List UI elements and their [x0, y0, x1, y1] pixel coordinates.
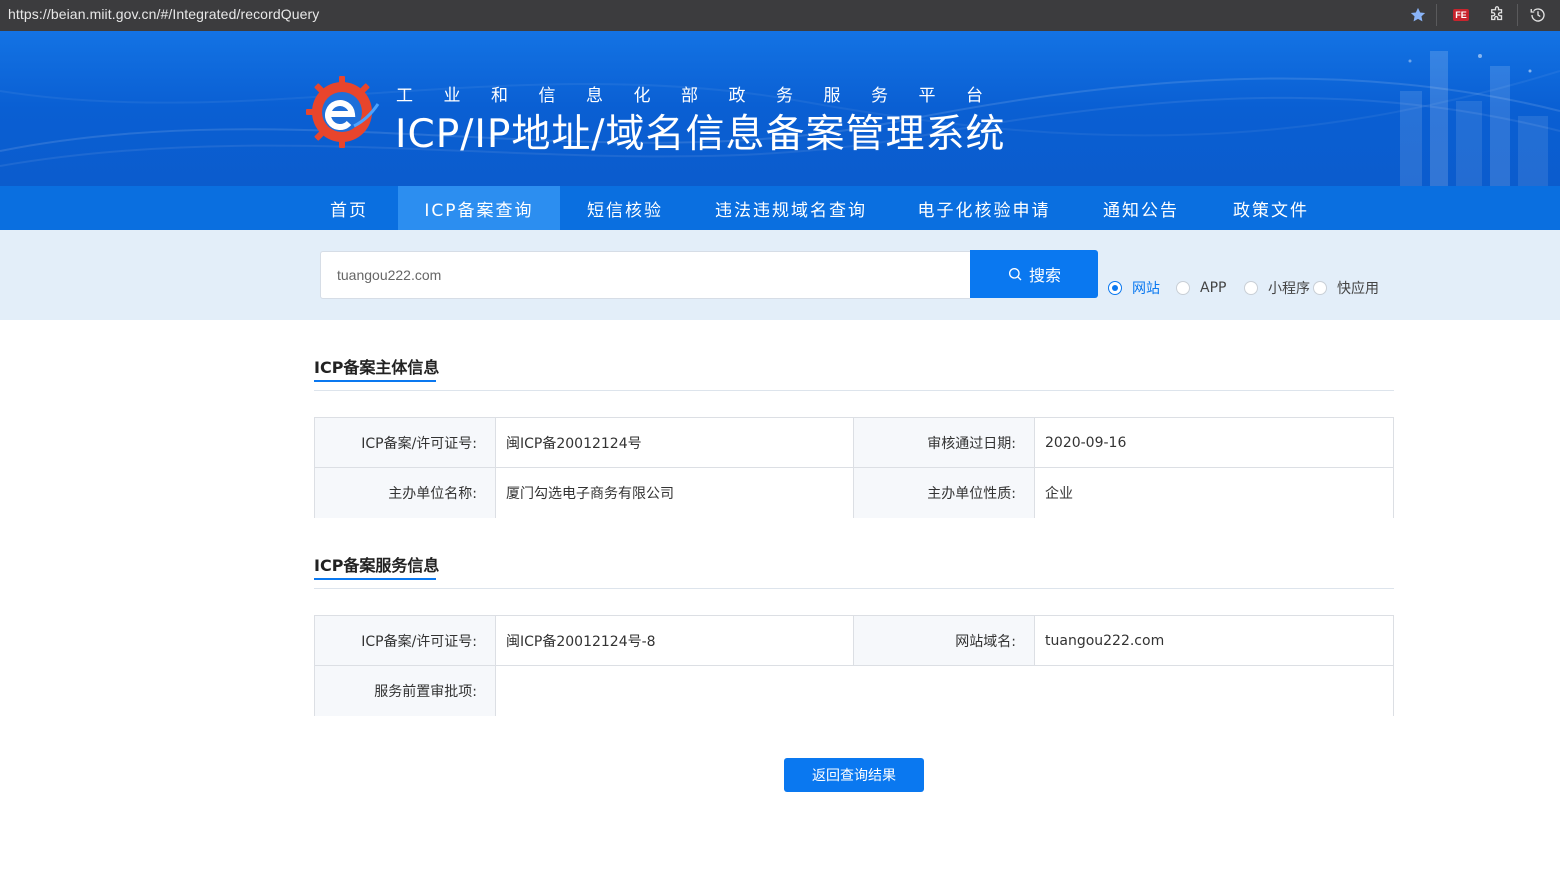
- search-button[interactable]: 搜索: [970, 250, 1098, 298]
- nav-item-icp-query[interactable]: ICP备案查询: [398, 186, 560, 230]
- search-area: tuangou222.com 搜索 网站 APP 小程序 快应用: [0, 230, 1560, 320]
- service-license-value: 闽ICP备20012124号-8: [496, 616, 853, 666]
- service-section-rule: [314, 588, 1394, 589]
- subject-info-table: ICP备案/许可证号: 闽ICP备20012124号 审核通过日期: 2020-…: [314, 417, 1394, 518]
- pre-approval-label: 服务前置审批项:: [315, 666, 495, 716]
- type-option-website[interactable]: 网站: [1108, 279, 1160, 297]
- radio-app-label: APP: [1200, 280, 1227, 296]
- back-to-results-button[interactable]: 返回查询结果: [784, 758, 924, 792]
- service-section-title: ICP备案服务信息: [314, 556, 440, 575]
- miit-logo-icon: [306, 76, 380, 148]
- nav-item-e-verify-apply[interactable]: 电子化核验申请: [906, 186, 1062, 230]
- license-number-value: 闽ICP备20012124号: [496, 418, 853, 468]
- history-icon[interactable]: [1528, 5, 1548, 25]
- pre-approval-value: [496, 666, 1393, 716]
- domain-value: tuangou222.com: [1035, 616, 1393, 666]
- type-option-mini-program[interactable]: 小程序: [1244, 279, 1310, 297]
- service-info-table: ICP备案/许可证号: 闽ICP备20012124号-8 网站域名: tuang…: [314, 615, 1394, 716]
- organizer-type-label: 主办单位性质:: [854, 468, 1034, 518]
- bookmark-star-icon[interactable]: [1408, 5, 1428, 25]
- type-option-app[interactable]: APP: [1176, 279, 1226, 297]
- approval-date-label: 审核通过日期:: [854, 418, 1034, 468]
- nav-item-sms-verify[interactable]: 短信核验: [576, 186, 674, 230]
- table-row: 服务前置审批项:: [315, 666, 1393, 716]
- service-section-underline: [314, 578, 436, 580]
- organizer-type-value: 企业: [1035, 468, 1393, 518]
- radio-website[interactable]: [1108, 281, 1122, 295]
- nav-item-illegal-domain-query[interactable]: 违法违规域名查询: [706, 186, 876, 230]
- radio-quick-app-label: 快应用: [1337, 281, 1379, 297]
- license-number-label: ICP备案/许可证号:: [315, 418, 495, 468]
- radio-website-label: 网站: [1132, 281, 1160, 297]
- fe-extension-icon[interactable]: FE: [1451, 5, 1471, 25]
- nav-item-home[interactable]: 首页: [314, 186, 384, 230]
- type-option-quick-app[interactable]: 快应用: [1313, 279, 1379, 297]
- toolbar-separator: [1436, 4, 1437, 26]
- header-banner: 工业和信息化部政务服务平台 ICP/IP地址/域名信息备案管理系统: [0, 31, 1560, 186]
- system-title: ICP/IP地址/域名信息备案管理系统: [395, 112, 1006, 157]
- radio-app[interactable]: [1176, 281, 1190, 295]
- address-bar-url[interactable]: https://beian.miit.gov.cn/#/Integrated/r…: [8, 6, 319, 22]
- service-license-label: ICP备案/许可证号:: [315, 616, 495, 666]
- search-button-label: 搜索: [1028, 266, 1061, 285]
- subject-section-underline: [314, 380, 436, 382]
- nav-item-notices[interactable]: 通知公告: [1092, 186, 1190, 230]
- table-row: ICP备案/许可证号: 闽ICP备20012124号 审核通过日期: 2020-…: [315, 418, 1393, 468]
- nav-item-policy-docs[interactable]: 政策文件: [1222, 186, 1320, 230]
- extensions-puzzle-icon[interactable]: [1487, 5, 1507, 25]
- domain-label: 网站域名:: [854, 616, 1034, 666]
- city-skyline-decoration: [1400, 51, 1548, 186]
- organizer-name-label: 主办单位名称:: [315, 468, 495, 518]
- organizer-name-value: 厦门勾选电子商务有限公司: [496, 468, 853, 518]
- browser-bar: https://beian.miit.gov.cn/#/Integrated/r…: [0, 0, 1560, 31]
- toolbar-separator: [1517, 4, 1518, 26]
- subject-section-rule: [314, 390, 1394, 391]
- subject-section-title: ICP备案主体信息: [314, 358, 440, 377]
- approval-date-value: 2020-09-16: [1035, 418, 1393, 468]
- search-icon: [1008, 268, 1022, 281]
- search-input[interactable]: tuangou222.com: [320, 251, 970, 299]
- table-row: 主办单位名称: 厦门勾选电子商务有限公司 主办单位性质: 企业: [315, 468, 1393, 518]
- radio-mini-program[interactable]: [1244, 281, 1258, 295]
- radio-mini-program-label: 小程序: [1268, 281, 1310, 297]
- radio-quick-app[interactable]: [1313, 281, 1327, 295]
- main-nav: 首页 ICP备案查询 短信核验 违法违规域名查询 电子化核验申请 通知公告 政策…: [0, 186, 1560, 230]
- table-row: ICP备案/许可证号: 闽ICP备20012124号-8 网站域名: tuang…: [315, 616, 1393, 666]
